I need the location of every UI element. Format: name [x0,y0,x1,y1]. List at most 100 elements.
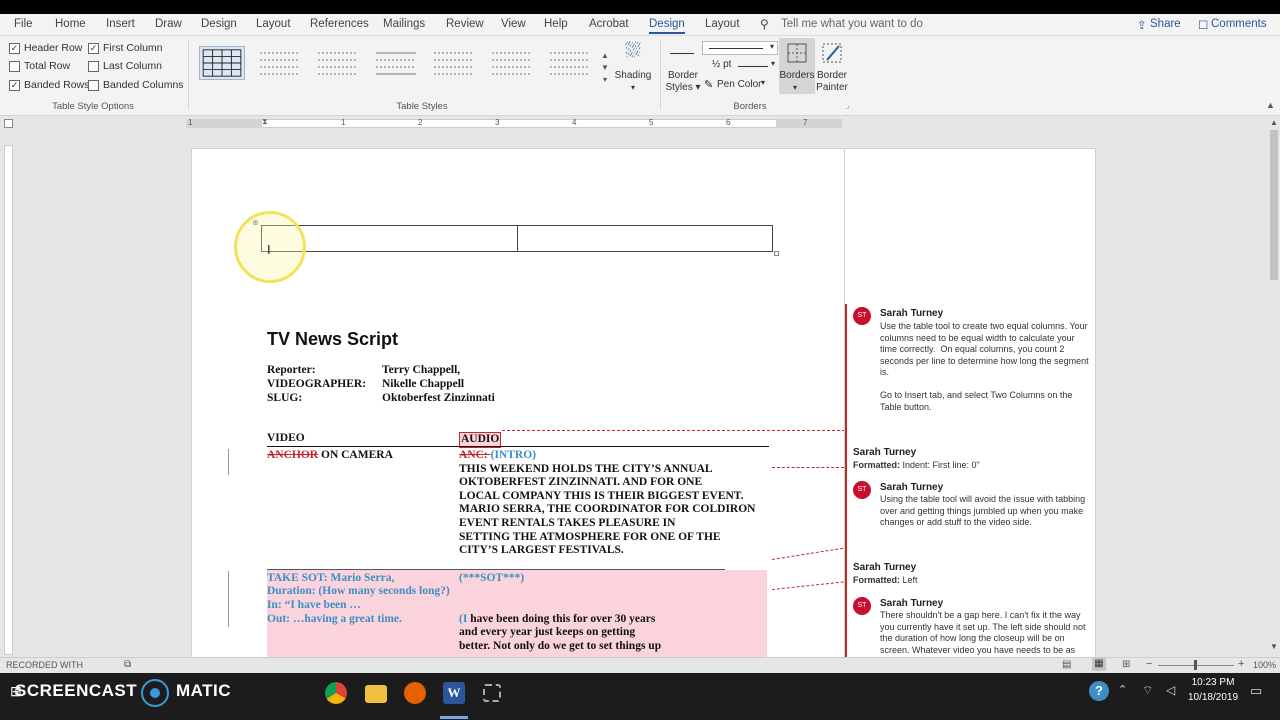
checkbox-checked-icon: ✓ [88,42,99,54]
pen-color-dropdown[interactable]: ✎ Pen Color ▾ [702,78,778,92]
tab-draw[interactable]: Draw [155,18,182,30]
quote-line: (I have been doing this for over 30 year… [459,613,656,625]
last-column-option[interactable]: Last Column [88,60,162,72]
tab-view[interactable]: View [501,18,526,30]
change-bar [228,571,229,627]
tab-table-layout[interactable]: Layout [705,18,740,30]
scroll-down-icon[interactable]: ▼ [1270,642,1278,651]
banded-columns-option[interactable]: Banded Columns [88,79,184,91]
clock-time[interactable]: 10:23 PM [1187,677,1239,688]
ruler-number: 5 [649,118,654,127]
indent-marker-icon[interactable]: ⧗ [262,117,268,127]
chevron-down-icon: ▾ [769,42,774,51]
chevron-down-icon: ▾ [793,83,798,92]
vertical-scrollbar[interactable]: ▲ ▼ [1268,116,1280,657]
total-row-option[interactable]: Total Row [9,60,70,72]
comment-connector [771,581,844,590]
tab-file[interactable]: File [14,18,33,30]
comment-connector [502,430,844,431]
zoom-thumb[interactable] [1194,660,1197,670]
table-style-plain-6[interactable] [547,48,593,82]
table-style-grid-selected[interactable] [199,46,245,80]
proofing-icon[interactable]: ⧉ [124,659,131,670]
shading-button[interactable]: Shading [614,70,652,82]
scroll-thumb[interactable] [1270,130,1278,280]
tab-help[interactable]: Help [544,18,568,30]
read-mode-icon[interactable]: ▤ [1062,659,1071,670]
border-styles-button[interactable]: Border Styles ▾ [664,70,702,94]
comments-button[interactable]: Comments [1211,18,1267,30]
volume-icon[interactable]: ◁ [1166,683,1175,697]
share-button[interactable]: Share [1150,18,1181,30]
ruler-number: 1 [341,118,346,127]
file-explorer-icon[interactable] [365,685,387,703]
table-style-plain-3[interactable] [373,48,419,82]
comment-text[interactable]: Use the table tool to create two equal c… [880,321,1090,413]
help-icon[interactable]: ? [1089,681,1109,701]
empty-two-column-table[interactable] [261,225,773,252]
border-painter-button[interactable]: Border Painter [813,70,851,94]
border-line-icon [670,53,694,54]
header-rule [267,446,769,447]
table-style-plain-1[interactable] [257,48,303,82]
horizontal-ruler[interactable]: 1 1 2 3 4 5 6 7 ⧗ [0,116,1280,130]
screencast-brand-right: MATIC [176,681,232,700]
show-hidden-icons[interactable]: ⌃ [1118,683,1127,696]
table-style-plain-2[interactable] [315,48,361,82]
ruler-number: 3 [495,118,500,127]
ribbon: ✓ Header Row ✓ First Column Total Row Last… [0,36,1280,116]
clock-date[interactable]: 10/18/2019 [1187,692,1239,703]
comment-text[interactable]: There shouldn't be a gap here. I can't f… [880,610,1090,659]
tab-insert[interactable]: Insert [106,18,135,30]
tab-mailings[interactable]: Mailings [383,18,425,30]
screencast-brand-left: SCREENCAST [15,681,138,700]
notification-icon[interactable]: ▭ [1250,683,1262,699]
scroll-up-icon[interactable]: ▲ [1270,118,1278,127]
tab-references[interactable]: References [310,18,369,30]
tab-acrobat[interactable]: Acrobat [589,18,629,30]
line-style-dropdown[interactable]: ▾ [702,41,778,55]
table-resize-handle[interactable] [774,251,779,256]
tab-review[interactable]: Review [446,18,484,30]
network-icon[interactable]: ⌔ [1142,683,1153,698]
avatar: ST [853,307,871,325]
tab-home[interactable]: Home [55,18,86,30]
chrome-icon[interactable] [325,682,347,704]
table-style-plain-5[interactable] [489,48,535,82]
audio-line: LOCAL COMPANY THIS IS THEIR BIGGEST EVEN… [459,490,744,502]
web-layout-icon[interactable]: ⊞ [1122,659,1130,670]
document-page[interactable]: ⊕ I TV News Script Reporter: Terry Chapp… [191,148,844,660]
gallery-scroll[interactable]: ▲ ▼ ▾ [600,50,610,90]
banded-rows-option[interactable]: ✓ Banded Rows [9,79,89,91]
comment-text[interactable]: Using the table tool will avoid the issu… [880,494,1090,529]
sot-line: Duration: (How many seconds long?) [267,585,450,597]
screencast-logo-icon [141,679,169,707]
zoom-in-icon[interactable]: + [1238,658,1244,670]
avatar: ST [853,481,871,499]
tab-design[interactable]: Design [201,18,237,30]
zoom-out-icon[interactable]: − [1146,658,1152,670]
borders-button[interactable]: Borders ▾ [779,38,815,94]
dialog-launcher-icon[interactable]: ⌟ [846,102,849,110]
header-row-option[interactable]: ✓ Header Row [9,42,82,54]
tab-selector-icon[interactable] [4,119,13,128]
checkbox-icon [9,60,20,72]
collapse-ribbon-icon[interactable]: ▲ [1266,100,1275,110]
audio-line: OKTOBERFEST ZINZINNATI. AND FOR ONE [459,476,703,488]
videographer-label: VIDEOGRAPHER: [267,378,367,390]
vertical-ruler[interactable] [4,145,13,655]
snipping-tool-icon[interactable] [483,684,501,702]
active-app-indicator [440,716,468,719]
tab-table-design[interactable]: Design [649,18,685,34]
zoom-level[interactable]: 100% [1253,660,1276,670]
tab-layout[interactable]: Layout [256,18,291,30]
first-column-option[interactable]: ✓ First Column [88,42,163,54]
firefox-icon[interactable] [404,682,426,704]
ruler-margin-left [186,119,262,128]
line-weight-dropdown[interactable]: ½ pt ▾ [702,59,778,73]
quote-line: and every year just keeps on getting [459,626,636,638]
tell-me-search[interactable]: Tell me what you want to do [781,18,923,30]
word-icon[interactable]: W [443,682,465,704]
print-layout-icon[interactable]: ▦ [1092,658,1106,671]
table-style-plain-4[interactable] [431,48,477,82]
